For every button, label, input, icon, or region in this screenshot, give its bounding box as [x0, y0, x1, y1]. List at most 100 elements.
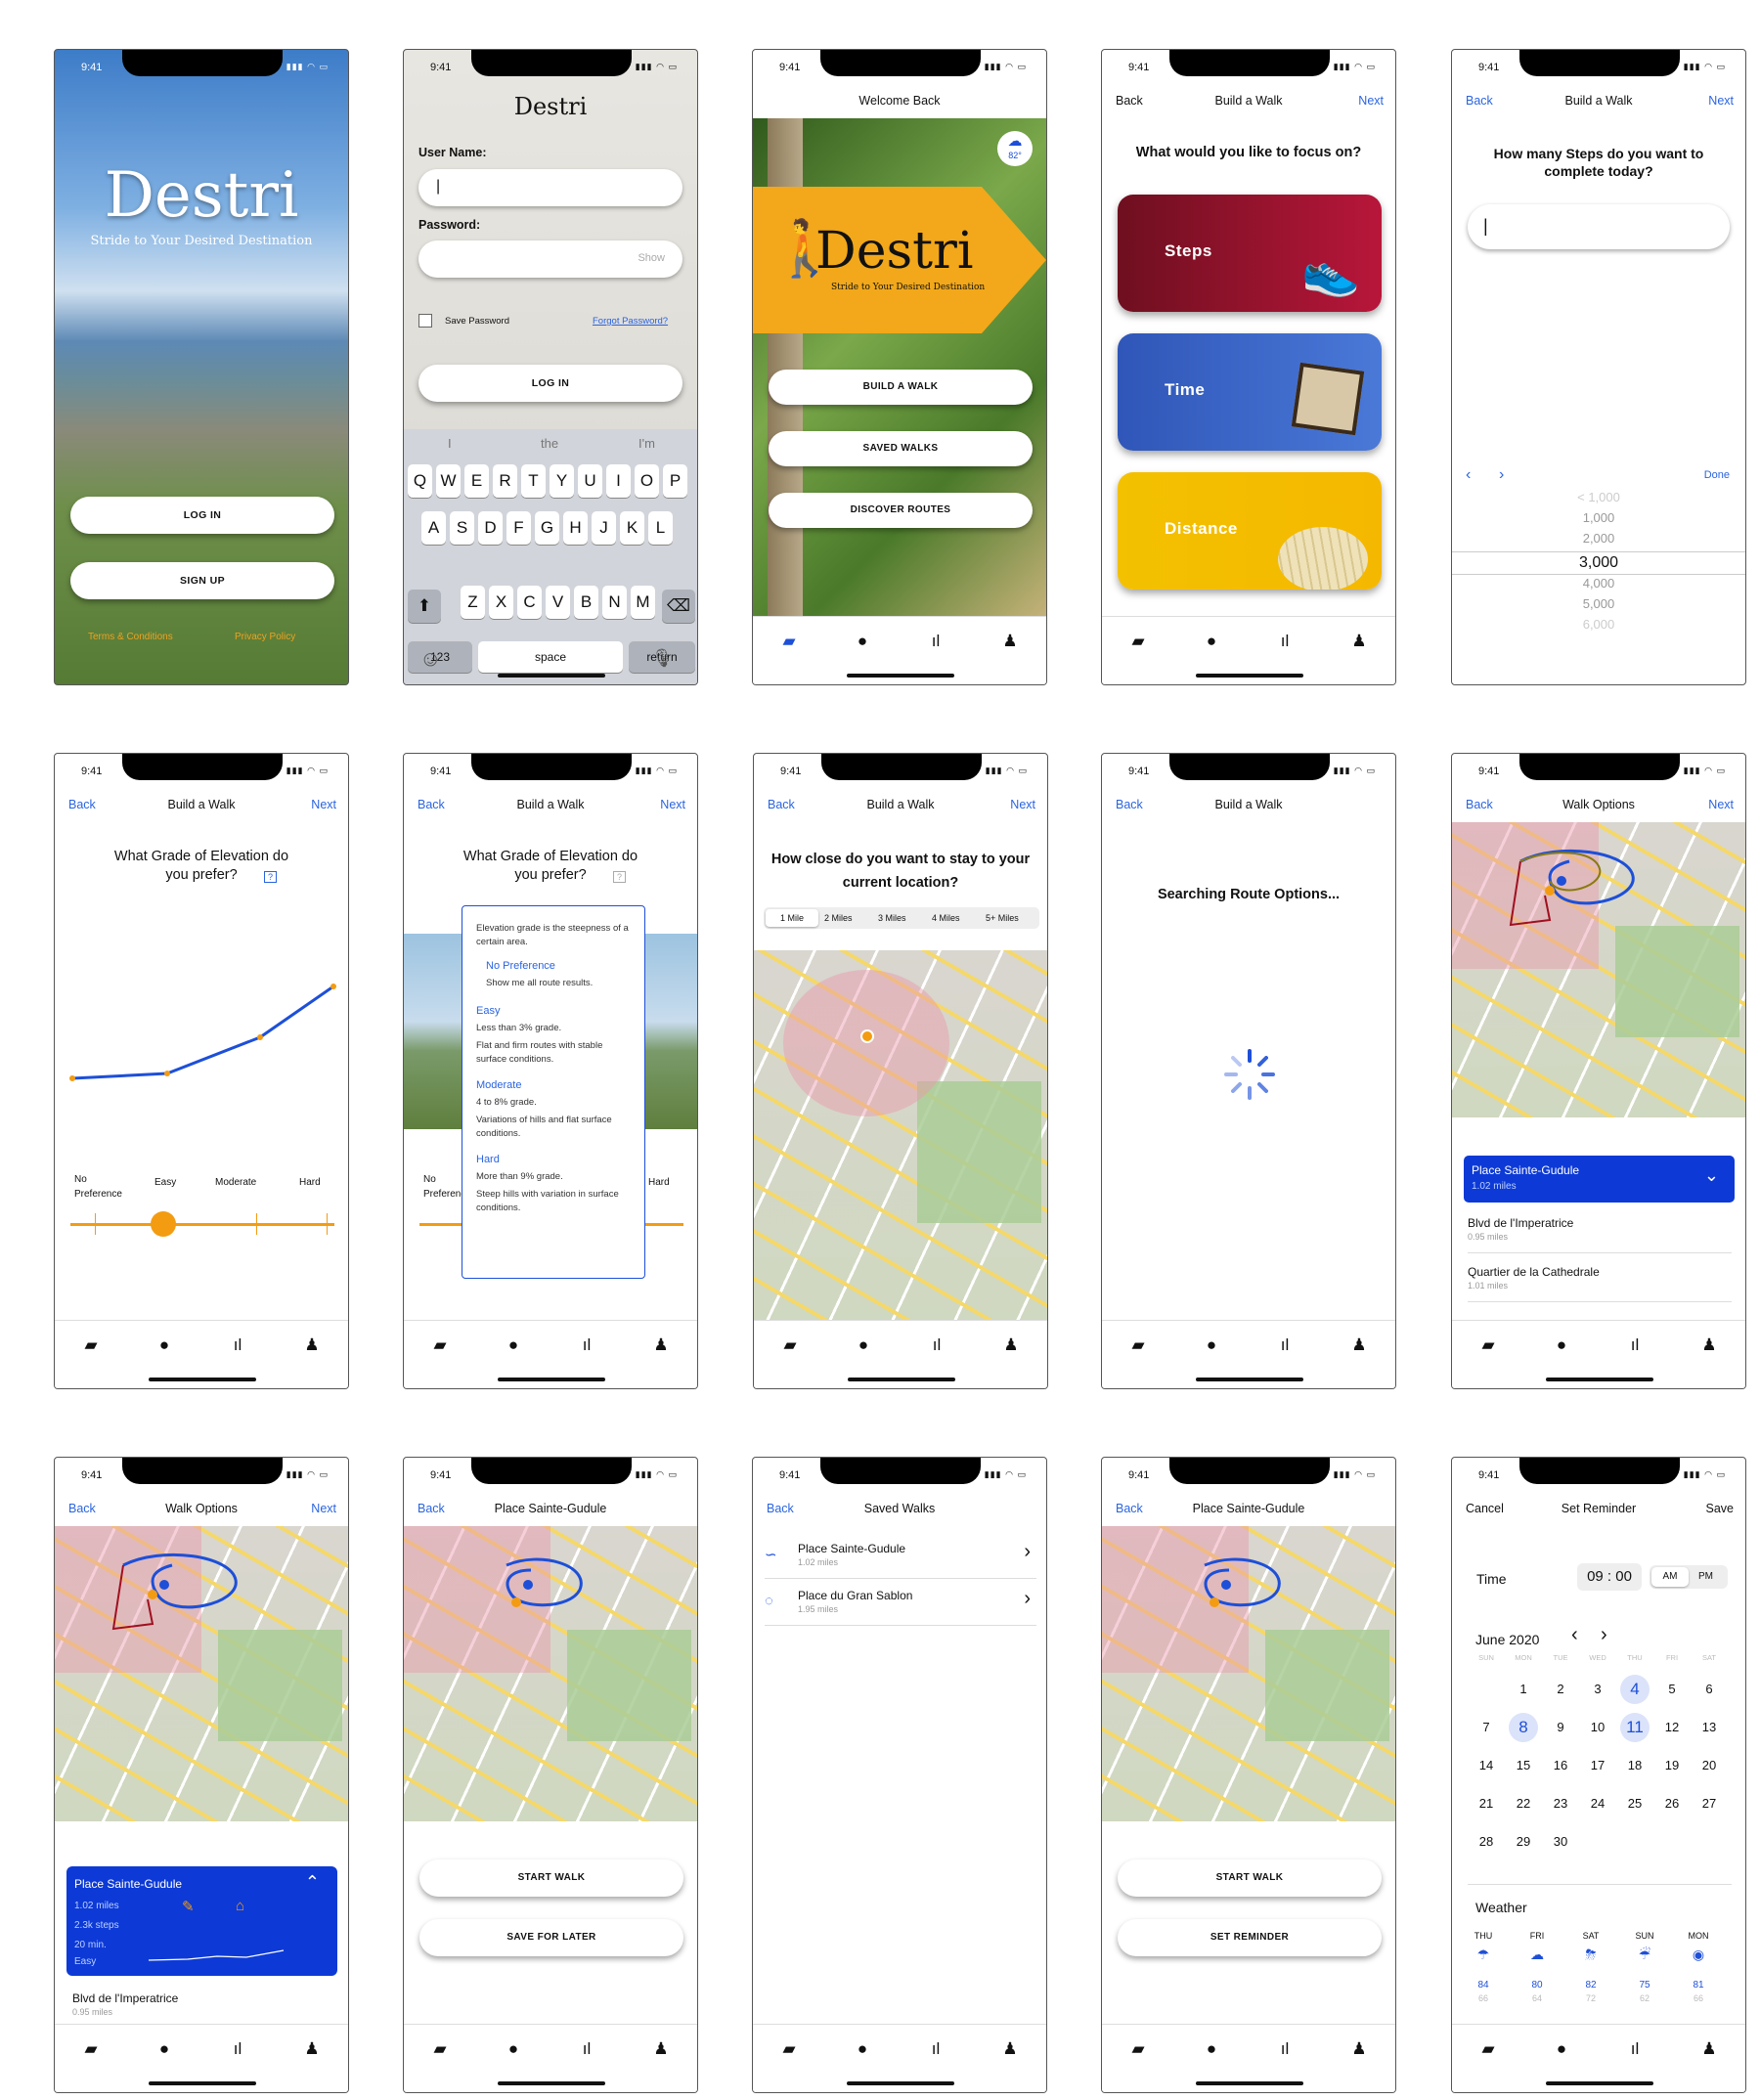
- key-g[interactable]: G: [535, 511, 559, 545]
- delete-key[interactable]: ⌫: [662, 590, 695, 623]
- help-icon[interactable]: ?: [613, 871, 626, 883]
- stats-tab-icon[interactable]: ıl: [1275, 632, 1295, 651]
- time-card[interactable]: Time: [1118, 333, 1382, 451]
- route-detail-card[interactable]: Place Sainte-Gudule 1.02 miles 2.3k step…: [66, 1866, 337, 1976]
- key-y[interactable]: Y: [550, 464, 574, 498]
- mic-icon[interactable]: 🎙: [651, 648, 674, 669]
- miles-option-4[interactable]: 4 Miles: [932, 913, 960, 923]
- key-c[interactable]: C: [517, 586, 542, 619]
- shift-key[interactable]: ⬆: [408, 590, 441, 623]
- stats-tab-icon[interactable]: ıl: [1625, 1335, 1645, 1355]
- profile-tab-icon[interactable]: ♟: [651, 1335, 671, 1355]
- route-item[interactable]: Blvd de l'Imperatrice 0.95 miles: [1468, 1210, 1732, 1253]
- profile-tab-icon[interactable]: ♟: [1699, 1335, 1719, 1355]
- am-option[interactable]: AM: [1651, 1567, 1689, 1587]
- picker-value[interactable]: 4,000: [1452, 576, 1745, 591]
- calendar-day[interactable]: 17: [1583, 1751, 1612, 1780]
- saved-walk-item[interactable]: ◌ Place du Gran Sablon 1.95 miles ›: [765, 1583, 1036, 1626]
- terms-link[interactable]: Terms & Conditions: [88, 632, 173, 642]
- next-button[interactable]: Next: [311, 798, 336, 811]
- space-key[interactable]: space: [478, 641, 623, 673]
- miles-option-2[interactable]: 2 Miles: [824, 913, 853, 923]
- key-x[interactable]: X: [489, 586, 513, 619]
- calendar-day[interactable]: 5: [1657, 1675, 1687, 1704]
- stats-tab-icon[interactable]: ıl: [228, 1335, 247, 1355]
- map-tab-icon[interactable]: ▰: [430, 2039, 450, 2059]
- saved-walk-item[interactable]: ∽ Place Sainte-Gudule 1.02 miles ›: [765, 1536, 1036, 1579]
- key-s[interactable]: S: [450, 511, 474, 545]
- miles-option-3[interactable]: 3 Miles: [878, 913, 906, 923]
- profile-tab-icon[interactable]: ♟: [302, 2039, 322, 2059]
- key-t[interactable]: T: [521, 464, 546, 498]
- done-button[interactable]: Done: [1704, 469, 1730, 481]
- stats-tab-icon[interactable]: ıl: [926, 632, 946, 651]
- clock-tab-icon[interactable]: ●: [853, 632, 872, 651]
- stats-tab-icon[interactable]: ıl: [927, 1335, 946, 1355]
- next-button[interactable]: Next: [311, 1502, 336, 1515]
- calendar-day[interactable]: 1: [1509, 1675, 1538, 1704]
- bookmark-icon[interactable]: ⌂: [236, 1898, 244, 1914]
- route-item[interactable]: Blvd de l'Imperatrice 0.95 miles: [72, 1986, 336, 2029]
- save-password-checkbox[interactable]: [418, 314, 432, 328]
- calendar-day[interactable]: 24: [1583, 1789, 1612, 1818]
- time-value[interactable]: 09 : 00: [1577, 1563, 1642, 1591]
- edit-icon[interactable]: ✎: [182, 1898, 195, 1915]
- map-tab-icon[interactable]: ▰: [1128, 1335, 1148, 1355]
- map-tab-icon[interactable]: ▰: [81, 1335, 101, 1355]
- key-r[interactable]: R: [493, 464, 517, 498]
- chevron-right-icon[interactable]: ›: [1024, 1541, 1031, 1563]
- clock-tab-icon[interactable]: ●: [1202, 632, 1221, 651]
- map-tab-icon[interactable]: ▰: [1478, 2039, 1498, 2059]
- steps-picker[interactable]: < 1,000 1,000 2,000 3,000 4,000 5,000 6,000: [1452, 490, 1745, 636]
- key-e[interactable]: E: [464, 464, 489, 498]
- key-a[interactable]: A: [421, 511, 446, 545]
- calendar-day[interactable]: 27: [1694, 1789, 1724, 1818]
- next-button[interactable]: Next: [1708, 798, 1734, 811]
- help-icon[interactable]: ?: [264, 871, 277, 883]
- profile-tab-icon[interactable]: ♟: [1349, 632, 1369, 651]
- key-m[interactable]: M: [631, 586, 655, 619]
- ampm-toggle[interactable]: AM PM: [1650, 1565, 1728, 1589]
- chevron-up-icon[interactable]: ⌃: [305, 1872, 320, 1893]
- key-o[interactable]: O: [635, 464, 659, 498]
- map-tab-icon[interactable]: ▰: [780, 1335, 800, 1355]
- profile-tab-icon[interactable]: ♟: [651, 2039, 671, 2059]
- key-n[interactable]: N: [602, 586, 627, 619]
- calendar-day[interactable]: 7: [1472, 1713, 1501, 1742]
- save-for-later-button[interactable]: SAVE FOR LATER: [419, 1919, 683, 1956]
- profile-tab-icon[interactable]: ♟: [1000, 2039, 1020, 2059]
- calendar-day[interactable]: 14: [1472, 1751, 1501, 1780]
- steps-card[interactable]: Steps 👟: [1118, 195, 1382, 312]
- key-v[interactable]: V: [546, 586, 570, 619]
- key-p[interactable]: P: [663, 464, 687, 498]
- calendar-day[interactable]: 6: [1694, 1675, 1724, 1704]
- calendar-day[interactable]: 29: [1509, 1827, 1538, 1857]
- distance-card[interactable]: Distance: [1118, 472, 1382, 590]
- chevron-down-icon[interactable]: ⌄: [1704, 1165, 1719, 1186]
- picker-value[interactable]: 2,000: [1452, 531, 1745, 546]
- location-map[interactable]: [754, 950, 1047, 1324]
- calendar-day[interactable]: 25: [1620, 1789, 1650, 1818]
- profile-tab-icon[interactable]: ♟: [1349, 1335, 1369, 1355]
- chevron-right-icon[interactable]: ›: [1024, 1588, 1031, 1610]
- calendar-day[interactable]: 20: [1694, 1751, 1724, 1780]
- route-map[interactable]: [404, 1526, 697, 1821]
- picker-value[interactable]: 5,000: [1452, 596, 1745, 611]
- key-j[interactable]: J: [592, 511, 616, 545]
- stats-tab-icon[interactable]: ıl: [1275, 2039, 1295, 2059]
- clock-tab-icon[interactable]: ●: [504, 2039, 523, 2059]
- calendar-day[interactable]: 28: [1472, 1827, 1501, 1857]
- discover-routes-button[interactable]: DISCOVER ROUTES: [769, 493, 1033, 528]
- clock-tab-icon[interactable]: ●: [853, 2039, 872, 2059]
- calendar-grid[interactable]: SUN MON TUE WED THU FRI SAT 1 2 3 4 5 6 7 8 9 10 11 12 13 14…: [1464, 1653, 1738, 1868]
- stats-tab-icon[interactable]: ıl: [577, 2039, 596, 2059]
- next-button[interactable]: Next: [1708, 94, 1734, 108]
- stats-tab-icon[interactable]: ıl: [1275, 1335, 1295, 1355]
- map-tab-icon[interactable]: ▰: [430, 1335, 450, 1355]
- calendar-day[interactable]: 22: [1509, 1789, 1538, 1818]
- calendar-day[interactable]: 19: [1657, 1751, 1687, 1780]
- key-d[interactable]: D: [478, 511, 503, 545]
- next-button[interactable]: Next: [660, 798, 685, 811]
- steps-input[interactable]: |: [1468, 204, 1730, 249]
- calendar-day[interactable]: 2: [1546, 1675, 1575, 1704]
